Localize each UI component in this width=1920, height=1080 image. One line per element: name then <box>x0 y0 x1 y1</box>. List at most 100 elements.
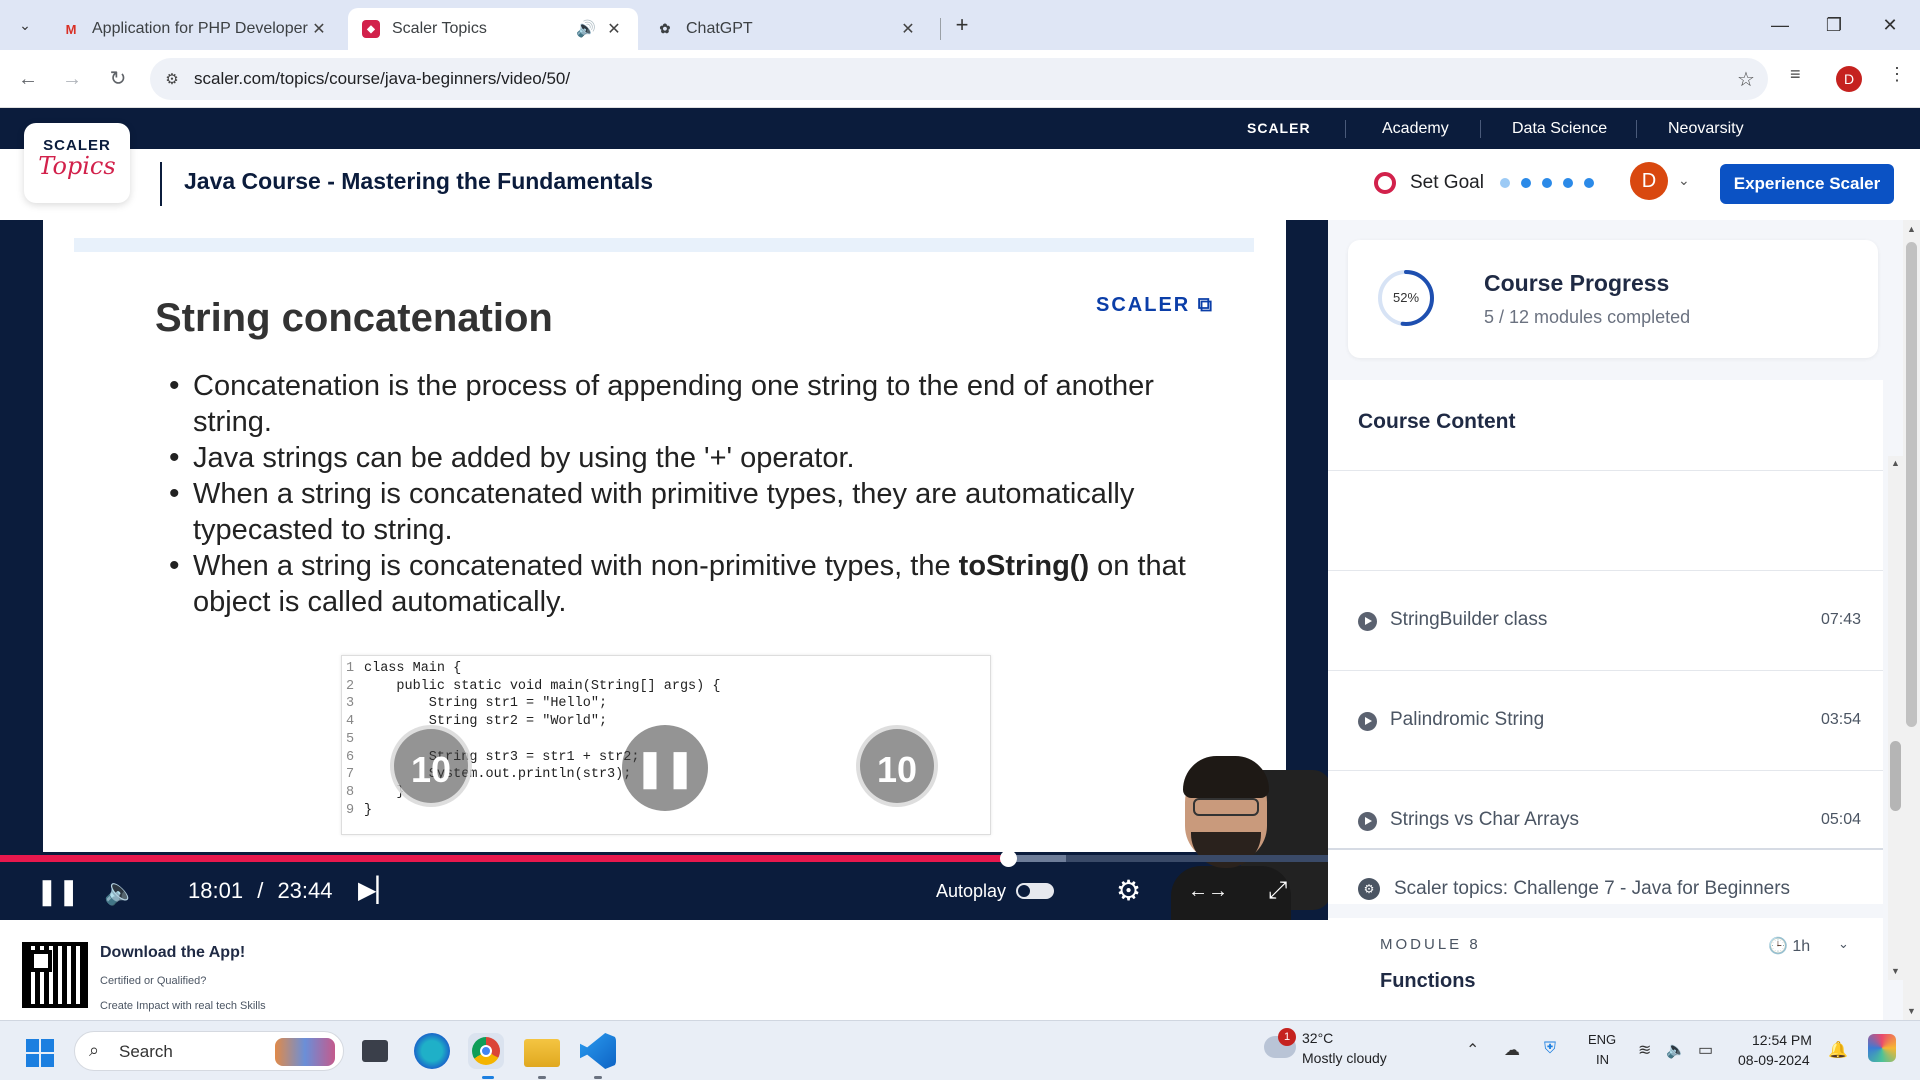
play-circle-icon <box>1358 812 1377 831</box>
volume-icon[interactable]: 🔈 <box>1666 1040 1686 1060</box>
new-tab-button[interactable]: + <box>948 12 976 40</box>
address-bar[interactable]: ⚙ scaler.com/topics/course/java-beginner… <box>150 58 1768 100</box>
scroll-thumb[interactable] <box>1890 741 1901 811</box>
bullet-item: When a string is concatenated with non-p… <box>169 548 1229 620</box>
video-progress-bar[interactable] <box>0 850 1328 867</box>
copilot-icon[interactable] <box>1868 1034 1896 1062</box>
scaler-logo-icon: ⧉ <box>1197 294 1215 316</box>
region-code[interactable]: IN <box>1596 1052 1609 1067</box>
progress-subtitle: 5 / 12 modules completed <box>1484 307 1691 327</box>
security-shield-icon[interactable]: ⛨ <box>1544 1040 1556 1058</box>
download-subtitle: Certified or Qualified? <box>100 975 207 987</box>
lesson-duration: 05:04 <box>1820 811 1861 828</box>
download-tagline: Create Impact with real tech Skills <box>100 1000 266 1012</box>
minimize-button[interactable]: — <box>1760 10 1800 40</box>
wifi-icon[interactable]: ≋ <box>1638 1040 1651 1060</box>
file-explorer-icon[interactable] <box>524 1039 560 1067</box>
nav-data-science[interactable]: Data Science <box>1512 108 1607 149</box>
set-goal-link[interactable]: Set Goal <box>1410 172 1484 194</box>
scroll-up-icon[interactable]: ▲ <box>1907 224 1916 234</box>
profile-avatar[interactable]: D <box>1836 66 1862 92</box>
list-item <box>1328 470 1883 570</box>
bullet-item: Java strings can be added by using the '… <box>169 440 1229 476</box>
onedrive-icon[interactable]: ☁ <box>1504 1040 1520 1060</box>
logo-script: Topics <box>38 152 116 180</box>
pause-overlay-button[interactable]: ❚❚ <box>622 725 708 811</box>
challenge-name: Scaler topics: Challenge 7 - Java for Be… <box>1394 878 1791 899</box>
bullet-item: When a string is concatenated with primi… <box>169 476 1229 548</box>
active-indicator <box>482 1076 494 1079</box>
course-title: Java Course - Mastering the Fundamentals <box>184 168 654 194</box>
rewind-10-button[interactable]: 10 <box>390 725 472 807</box>
progress-percent: 52% <box>1392 290 1420 305</box>
media-control-icon[interactable]: ≡ <box>1790 64 1801 85</box>
battery-icon[interactable]: ▭ <box>1698 1040 1713 1060</box>
experience-scaler-button[interactable]: Experience Scaler <box>1720 164 1894 204</box>
close-icon[interactable]: ✕ <box>898 19 918 39</box>
chevron-down-icon[interactable]: ⌄ <box>1678 172 1690 189</box>
edge-icon[interactable] <box>414 1033 450 1069</box>
sidebar-scrollbar[interactable]: ▲ ▼ <box>1888 456 1903 980</box>
scroll-thumb[interactable] <box>1906 242 1917 727</box>
module-label: MODULE 8 <box>1380 936 1481 953</box>
chatgpt-icon: ✿ <box>659 21 671 36</box>
pause-button[interactable]: ❚❚ <box>36 862 80 920</box>
menu-kebab-icon[interactable]: ⋮ <box>1888 64 1906 85</box>
chevron-up-icon[interactable]: ⌃ <box>1466 1040 1479 1060</box>
theater-mode-icon[interactable]: ←→ <box>1188 862 1228 920</box>
site-info-icon[interactable]: ⚙ <box>150 70 194 88</box>
tab-scaler-topics[interactable]: ◆ Scaler Topics 🔊 ✕ <box>348 8 638 50</box>
course-progress-card: 52% Course Progress 5 / 12 modules compl… <box>1348 240 1878 358</box>
task-view-icon[interactable] <box>362 1040 388 1062</box>
chrome-icon[interactable] <box>468 1033 504 1069</box>
scroll-up-icon[interactable]: ▲ <box>1891 458 1900 468</box>
user-avatar[interactable]: D <box>1630 162 1668 200</box>
bookmark-star-icon[interactable]: ☆ <box>1724 67 1768 92</box>
clock-date[interactable]: 08-09-2024 <box>1738 1052 1810 1068</box>
code-line: 3 String str1 = "Hello"; <box>346 696 608 712</box>
module-header[interactable]: MODULE 8 🕒 1h ⌄ Functions <box>1328 904 1883 1016</box>
nav-academy[interactable]: Academy <box>1382 108 1449 149</box>
taskbar-search[interactable]: ⌕ Search <box>74 1031 344 1071</box>
window-close-button[interactable]: ✕ <box>1870 10 1910 40</box>
temperature[interactable]: 32°C <box>1302 1030 1333 1046</box>
settings-gear-icon[interactable]: ⚙ <box>1116 862 1141 920</box>
nav-neovarsity[interactable]: Neovarsity <box>1668 108 1744 149</box>
scaler-brand-link[interactable]: SCALER <box>1247 108 1311 149</box>
url-text[interactable]: scaler.com/topics/course/java-beginners/… <box>194 69 1724 89</box>
lesson-item[interactable]: StringBuilder class 07:43 <box>1328 570 1883 670</box>
language-code[interactable]: ENG <box>1588 1032 1616 1047</box>
video-player[interactable]: String concatenation SCALER ⧉ Concatenat… <box>0 220 1328 920</box>
weather-description[interactable]: Mostly cloudy <box>1302 1050 1387 1066</box>
download-title[interactable]: Download the App! <box>100 944 245 962</box>
close-icon[interactable]: ✕ <box>309 19 329 39</box>
clock-time[interactable]: 12:54 PM <box>1752 1032 1812 1048</box>
goal-progress-dots <box>1500 178 1594 188</box>
tab-gmail[interactable]: M Application for PHP Developer | ✕ <box>48 8 343 50</box>
tab-chatgpt[interactable]: ✿ ChatGPT ✕ <box>642 8 932 50</box>
page-scrollbar[interactable]: ▲ ▼ <box>1903 220 1920 1020</box>
back-button[interactable]: ← <box>12 64 44 96</box>
lesson-item[interactable]: Palindromic String 03:54 <box>1328 670 1883 770</box>
scroll-down-icon[interactable]: ▼ <box>1907 1006 1916 1016</box>
forward-10-button[interactable]: 10 <box>856 725 938 807</box>
tab-search-icon[interactable]: ⌄ <box>12 12 38 38</box>
restore-button[interactable]: ❐ <box>1814 10 1854 40</box>
scroll-down-icon[interactable]: ▼ <box>1891 966 1900 976</box>
windows-start-icon[interactable] <box>26 1039 54 1067</box>
vscode-icon[interactable] <box>580 1033 616 1069</box>
autoplay-toggle[interactable] <box>1016 883 1054 899</box>
forward-button[interactable]: → <box>56 64 88 96</box>
volume-icon[interactable]: 🔈 <box>104 862 136 920</box>
next-video-icon[interactable]: ▶▏ <box>358 862 395 920</box>
tab-title: Application for PHP Developer | <box>92 20 309 37</box>
code-line: 2 public static void main(String[] args)… <box>346 678 721 694</box>
lesson-name: Strings vs Char Arrays <box>1390 809 1579 830</box>
close-icon[interactable]: ✕ <box>604 19 624 39</box>
reload-button[interactable]: ↻ <box>102 64 134 96</box>
fullscreen-icon[interactable]: ⤢ <box>1268 862 1287 920</box>
audio-icon[interactable]: 🔊 <box>576 19 596 39</box>
chevron-down-icon[interactable]: ⌄ <box>1838 936 1849 952</box>
notification-bell-icon[interactable]: 🔔 <box>1828 1040 1848 1060</box>
scaler-topics-logo[interactable]: SCALER Topics <box>24 123 130 203</box>
